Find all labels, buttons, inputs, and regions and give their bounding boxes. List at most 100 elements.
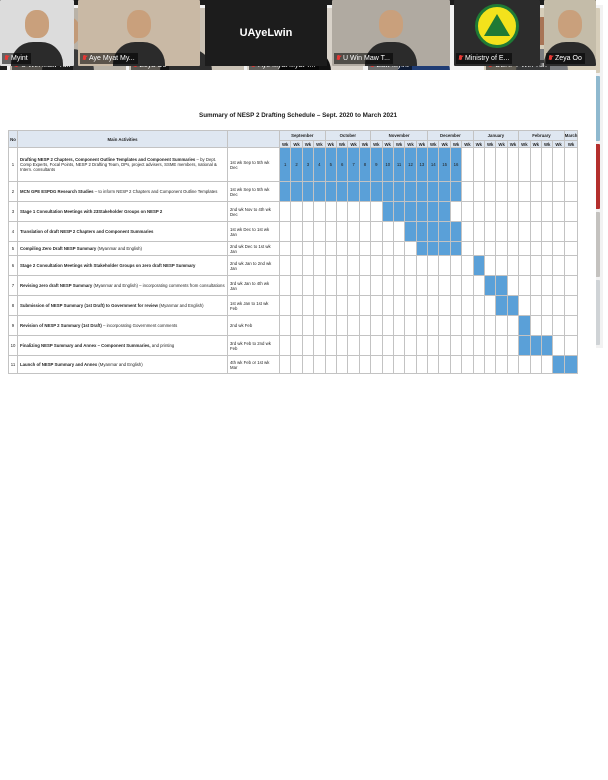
week-header: Wk [495,140,508,148]
strip-participant-tile[interactable]: U Win Maw T... [332,0,450,66]
active-speaker-label: UAyeLwin [205,0,327,66]
gantt-empty-cell [438,255,451,276]
gantt-empty-cell [313,315,326,336]
gantt-empty-cell [415,275,429,296]
gantt-empty-cell [540,295,554,316]
gantt-bar-cell [427,181,440,202]
activity-title: Stage 1 Consultation Meetings with 23Sta… [20,209,163,214]
gantt-empty-cell [438,275,451,296]
gantt-empty-cell [563,255,579,276]
strip-participant-tile[interactable]: Myint [0,0,74,66]
gantt-empty-cell [347,295,360,316]
gantt-empty-cell [313,335,326,356]
gantt-empty-cell [392,275,406,296]
strip-participant-tile[interactable]: Ministry of E... [454,0,540,66]
gantt-empty-cell [335,255,349,276]
gantt-empty-cell [313,275,326,296]
gantt-empty-cell [540,201,554,222]
gantt-empty-cell [290,221,303,242]
gantt-empty-cell [392,221,406,242]
gantt-empty-cell [461,147,474,182]
gantt-empty-cell [529,315,543,336]
gantt-empty-cell [427,355,440,374]
logo-triangle-icon [484,14,510,36]
row-number: 1 [8,147,18,182]
gantt-empty-cell [370,241,383,256]
activity-title: Submission of NESP Summary (1st Draft) t… [20,303,158,308]
week-header: Wk [381,140,394,148]
gantt-empty-cell [290,315,303,336]
gantt-empty-cell [313,241,326,256]
gantt-empty-cell [381,255,394,276]
gantt-empty-cell [472,315,486,336]
gantt-empty-cell [438,315,451,336]
muted-mic-icon [4,55,9,62]
week-header: Wk [472,140,486,148]
gantt-cell-numbered: 3 [301,147,315,182]
gantt-cell-numbered: 11 [392,147,406,182]
gantt-empty-cell [381,241,394,256]
schedule-row: 5 Compiling Zero Draft NESP Summary (Myan… [8,241,579,256]
participant-name: Aye Myat My... [89,55,135,62]
activity-detail: (Myanmar and English) – incorporating co… [92,283,225,288]
gantt-empty-cell [301,241,315,256]
schedule-row: 9 Revision of NESP 2 Summary (1st Draft) … [8,315,579,336]
timeframe-cell: 2nd wk Feb [227,315,280,336]
gantt-empty-cell [438,295,451,316]
row-number: 9 [8,315,18,336]
gantt-empty-cell [324,315,337,336]
gantt-bar-cell [472,255,486,276]
gantt-empty-cell [301,201,315,222]
gantt-empty-cell [552,201,565,222]
gantt-bar-cell [495,275,508,296]
gantt-empty-cell [301,315,315,336]
gantt-empty-cell [484,355,497,374]
strip-participant-tile[interactable]: Zeya Oo [544,0,596,66]
gantt-empty-cell [472,295,486,316]
activity-title: Translation of draft NESP 2 Chapters and… [20,229,154,234]
gantt-empty-cell [278,275,292,296]
gantt-empty-cell [518,255,531,276]
week-header: Wk [552,140,565,148]
gantt-empty-cell [335,241,349,256]
timeframe-cell: 1st wk Sep to 5th wk Dec [227,181,280,202]
gantt-empty-cell [506,255,520,276]
gantt-empty-cell [290,241,303,256]
gantt-empty-cell [370,221,383,242]
gantt-empty-cell [301,275,315,296]
week-header: Wk [347,140,360,148]
timeframe-cell: 2nd wk Dec to 1st wk Jan [227,241,280,256]
gantt-empty-cell [347,241,360,256]
gantt-empty-cell [563,147,579,182]
timeframe-cell: 3rd wk Feb to 2nd wk Feb [227,335,280,356]
gantt-empty-cell [392,295,406,316]
gantt-empty-cell [540,181,554,202]
timeframe-cell: 1st wk Jan to 1st wk Feb [227,295,280,316]
gantt-empty-cell [506,355,520,374]
gantt-empty-cell [461,181,474,202]
participant-name-label: U Win Maw T... [334,53,393,64]
gantt-empty-cell [449,201,463,222]
gantt-bar-cell [324,181,337,202]
gantt-empty-cell [461,221,474,242]
gantt-empty-cell [563,241,579,256]
gantt-empty-cell [449,335,463,356]
gantt-bar-cell [392,181,406,202]
gantt-empty-cell [404,255,417,276]
gantt-empty-cell [370,201,383,222]
gantt-bar-cell [495,295,508,316]
muted-mic-icon [336,55,341,62]
strip-participant-tile[interactable]: Aye Myat My... [78,0,200,66]
schedule-row: 8 Submission of NESP Summary (1st Draft) … [8,295,579,316]
gantt-empty-cell [495,255,508,276]
gantt-empty-cell [563,275,579,296]
gantt-empty-cell [461,255,474,276]
gantt-cell-numbered: 4 [313,147,326,182]
gantt-empty-cell [506,335,520,356]
gantt-empty-cell [335,221,349,242]
gantt-cell-numbered: 14 [427,147,440,182]
gantt-bar-cell [438,241,451,256]
row-number: 7 [8,275,18,296]
gantt-cell-numbered: 5 [324,147,337,182]
gantt-empty-cell [324,221,337,242]
